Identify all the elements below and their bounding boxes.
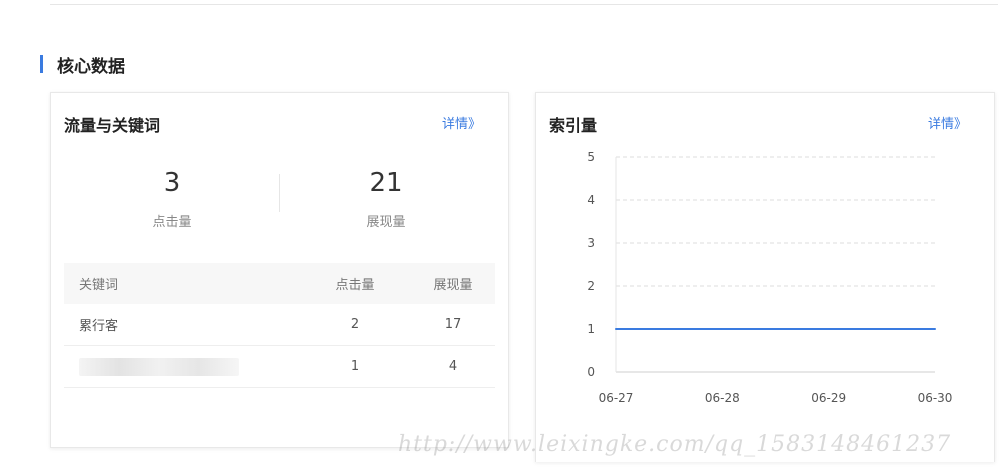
x-tick-label: 06-27 — [599, 391, 634, 405]
header-impressions[interactable]: 展现量 — [411, 263, 495, 304]
index-volume-card: 索引量 详情》 0 1 2 3 4 5 06-27 06-28 06-29 06-30 — [535, 92, 995, 462]
x-tick-label: 06-30 — [918, 391, 953, 405]
traffic-detail-link[interactable]: 详情》 — [442, 113, 481, 132]
row-keyword: 累行客 — [64, 304, 299, 346]
section-title: 核心数据 — [57, 56, 125, 77]
data-point — [934, 328, 936, 330]
impressions-stat: 21 展现量 — [326, 169, 446, 230]
y-tick-label: 2 — [587, 279, 595, 293]
table-row: 累行客 2 17 — [64, 304, 495, 346]
y-tick-label: 5 — [587, 150, 595, 164]
impressions-stat-value: 21 — [369, 168, 403, 198]
data-point — [721, 328, 724, 330]
traffic-card-title: 流量与关键词 — [64, 116, 161, 135]
row-clicks: 2 — [299, 304, 411, 346]
y-tick-label: 4 — [587, 193, 595, 207]
redacted-keyword-blur — [79, 357, 239, 376]
row-impressions: 4 — [411, 345, 495, 388]
stat-divider — [279, 174, 280, 212]
section-accent-bar — [40, 55, 43, 73]
header-clicks[interactable]: 点击量 — [299, 263, 411, 304]
traffic-keywords-card: 流量与关键词 详情》 3 点击量 21 展现量 关键词 点击量 展现量 累行客 … — [50, 92, 509, 448]
row-keyword-redacted — [64, 345, 299, 388]
top-divider — [50, 0, 998, 5]
keyword-table: 关键词 点击量 展现量 累行客 2 17 1 4 — [64, 263, 495, 388]
watermark-text: http://www.leixingke.com/qq_158314846123… — [398, 432, 952, 457]
clicks-stat-value: 3 — [163, 168, 181, 198]
row-impressions: 17 — [411, 304, 495, 346]
index-line-chart: 0 1 2 3 4 5 06-27 06-28 06-29 06-30 — [587, 150, 953, 405]
impressions-stat-label: 展现量 — [366, 215, 406, 230]
row-clicks: 1 — [299, 345, 411, 388]
x-tick-label: 06-29 — [811, 391, 846, 405]
table-row: 1 4 — [64, 345, 495, 388]
section-header: 核心数据 — [40, 54, 125, 77]
header-keyword[interactable]: 关键词 — [64, 263, 299, 304]
data-point — [615, 328, 617, 330]
clicks-stat: 3 点击量 — [112, 169, 232, 230]
clicks-stat-label: 点击量 — [152, 215, 192, 230]
y-tick-label: 1 — [587, 322, 595, 336]
x-tick-label: 06-28 — [705, 391, 740, 405]
data-point — [827, 328, 830, 330]
y-tick-label: 0 — [587, 365, 595, 379]
y-tick-label: 3 — [587, 236, 595, 250]
keyword-table-header: 关键词 点击量 展现量 — [64, 263, 495, 304]
